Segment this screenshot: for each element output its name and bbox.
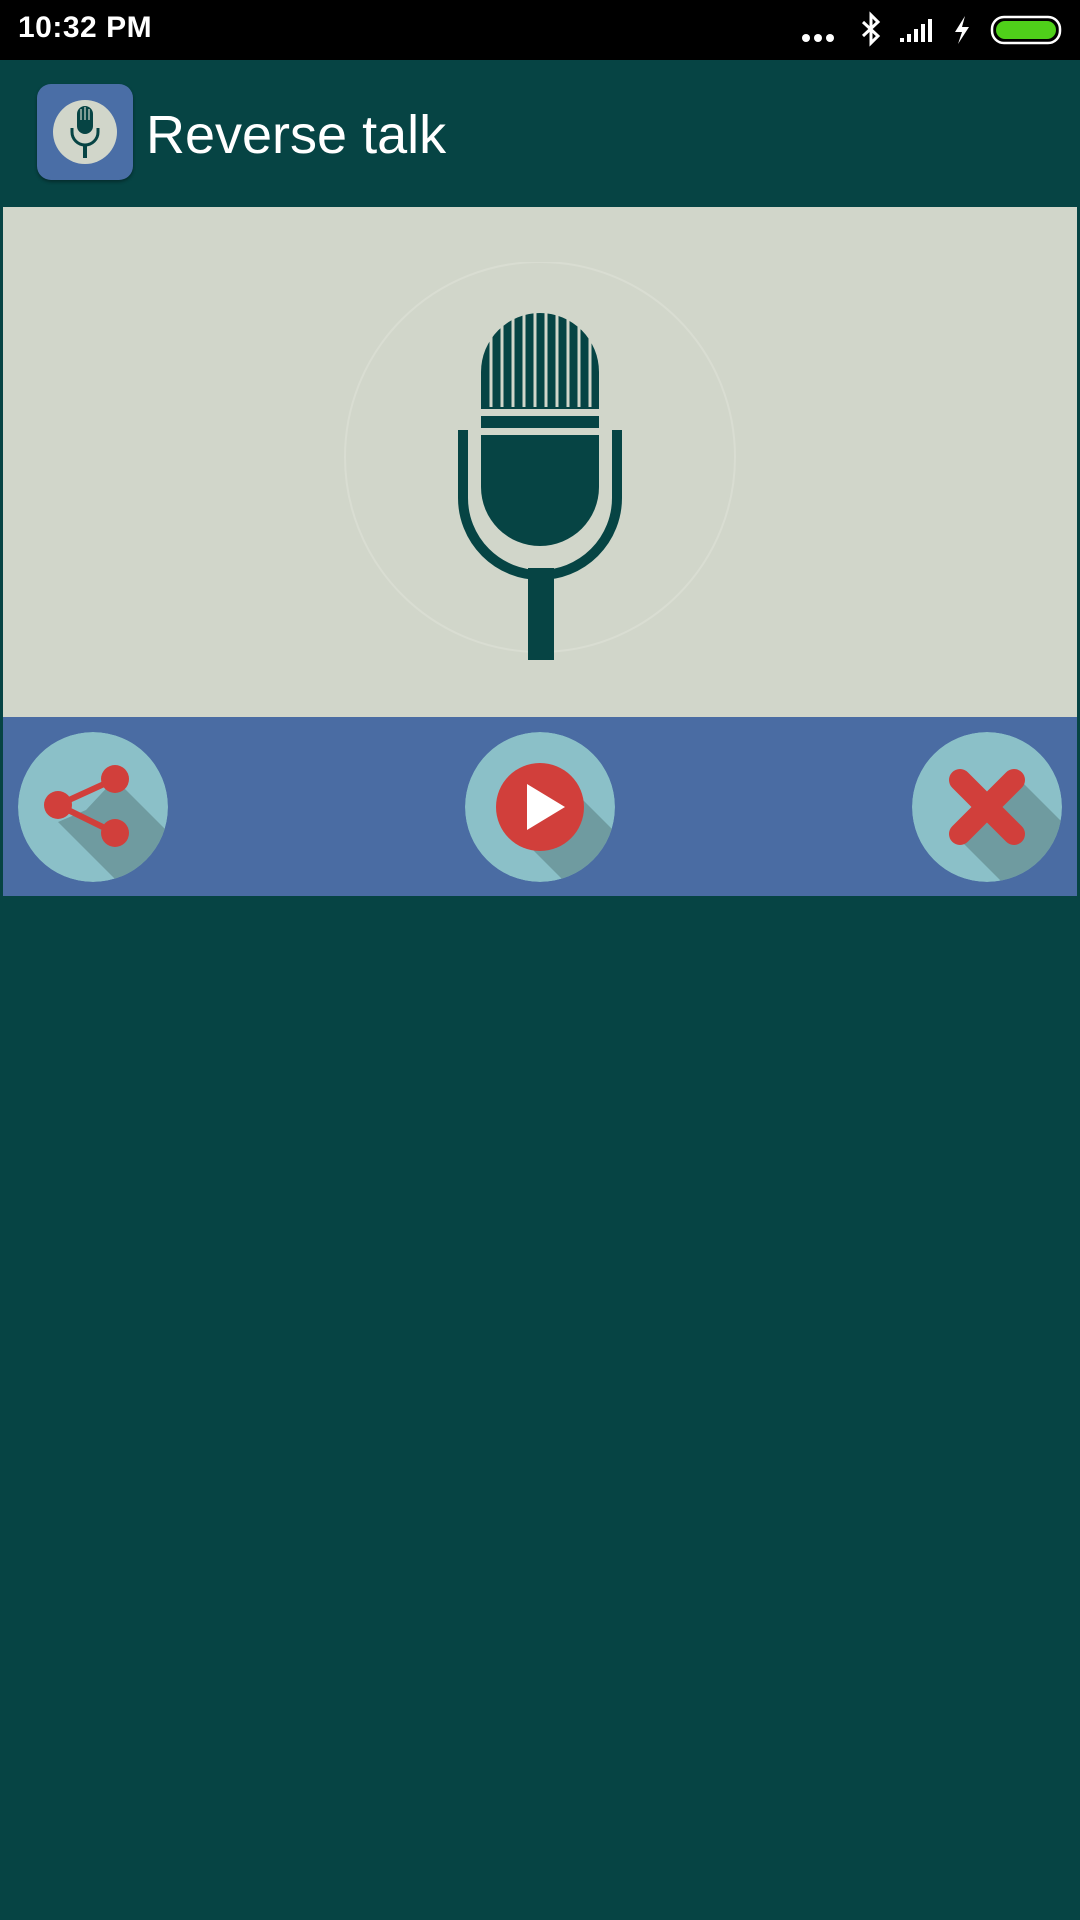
- status-time: 10:32 PM: [18, 11, 153, 44]
- record-button[interactable]: [340, 261, 740, 662]
- share-button[interactable]: [18, 732, 168, 882]
- signal-icon: [898, 0, 938, 65]
- play-button[interactable]: [465, 732, 615, 882]
- play-icon: [465, 732, 615, 882]
- status-bar: 10:32 PM: [0, 0, 1080, 60]
- app-bar: Reverse talk: [0, 60, 1080, 206]
- microphone-icon: [340, 261, 740, 667]
- bluetooth-icon: [858, 0, 884, 65]
- microphone-icon: [37, 84, 133, 185]
- record-panel: [3, 207, 1077, 717]
- app-title: Reverse talk: [146, 105, 447, 165]
- close-icon: [912, 732, 1062, 882]
- share-icon: [18, 732, 168, 882]
- battery-icon: [990, 0, 1066, 65]
- more-dots-icon: [800, 0, 836, 65]
- charging-icon: [950, 0, 974, 65]
- action-bar: [3, 717, 1077, 896]
- delete-button[interactable]: [912, 732, 1062, 882]
- app-logo: [37, 84, 133, 180]
